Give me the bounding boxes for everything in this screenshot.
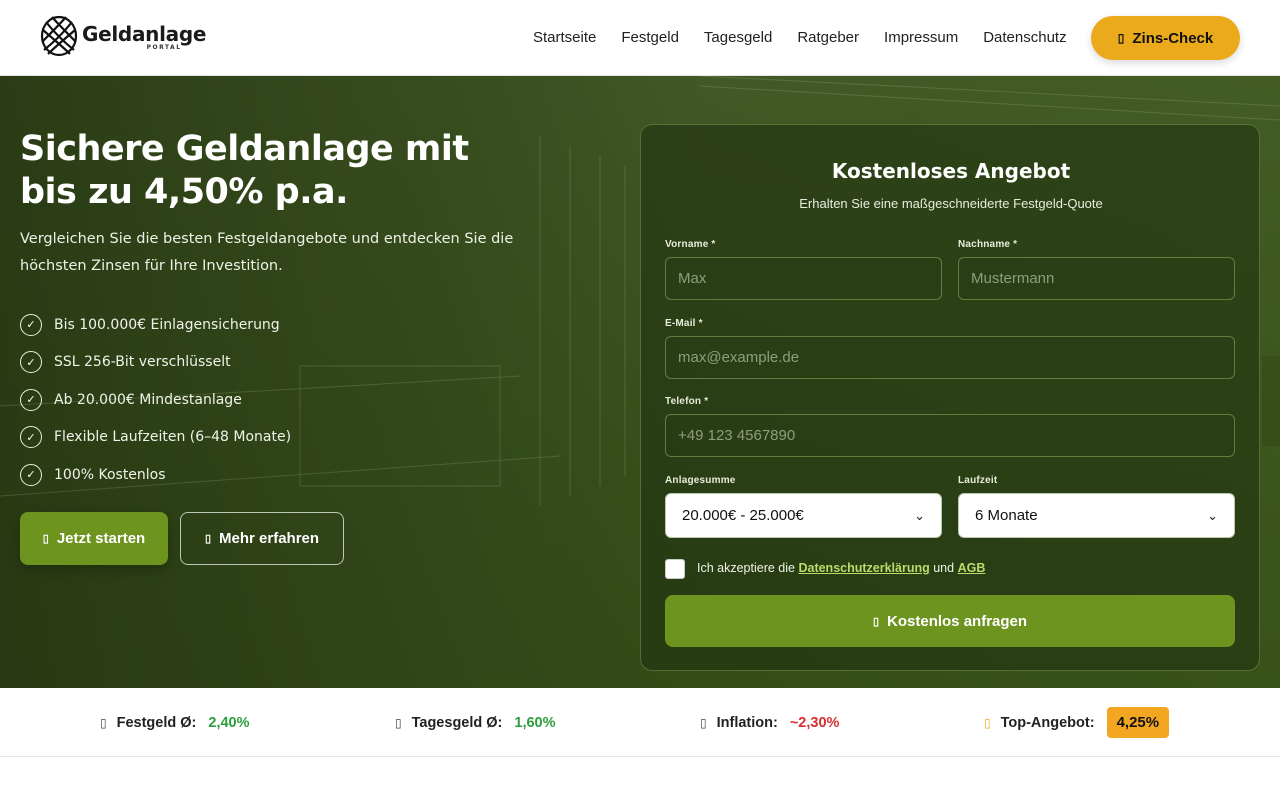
amount-label: Anlagesumme [665,475,736,486]
consent-checkbox[interactable] [665,559,685,579]
rates-ticker: ▯ Festgeld Ø: 2,40% ▯ Tagesgeld Ø: 1,60%… [0,688,1280,757]
nav-impressum[interactable]: Impressum [884,29,958,47]
rocket-icon: ▯ [42,533,49,545]
email-label: E-Mail * [665,318,703,329]
feature-item: ✓ SSL 256-Bit verschlüsselt [20,344,291,382]
hero-title: Sichere Geldanlage mit bis zu 4,50% p.a. [20,128,580,214]
check-icon: ✓ [20,463,42,486]
chevron-down-icon: ⌄ [914,507,925,523]
amount-select[interactable]: 20.000€ - 25.000€ ⌄ [665,493,942,538]
chevron-down-icon: ⌄ [1207,507,1218,523]
feature-text: SSL 256-Bit verschlüsselt [54,354,231,371]
logo[interactable]: Geldanlage PORTAL [40,14,206,58]
term-selected-value: 6 Monate [975,507,1038,524]
ticker-item-festgeld: ▯ Festgeld Ø: 2,40% [100,688,250,757]
send-icon: ▯ [872,615,880,628]
ticker-item-top-offer: ▯ Top-Angebot: 4,25% [984,688,1170,757]
check-icon: ✓ [20,313,42,336]
site-header: Geldanlage PORTAL Startseite Festgeld Ta… [0,0,1280,76]
ticker-value: 1,60% [514,714,556,731]
feature-text: Bis 100.000€ Einlagensicherung [54,316,280,333]
ticker-item-inflation: ▯ Inflation: ~2,30% [700,688,839,757]
feature-text: Flexible Laufzeiten (6–48 Monate) [54,429,292,446]
first-name-input[interactable] [665,257,942,300]
zins-check-label: Zins-Check [1132,29,1214,47]
ticker-item-tagesgeld: ▯ Tagesgeld Ø: 1,60% [395,688,556,757]
start-now-button[interactable]: ▯ Jetzt starten [20,512,168,565]
learn-more-button[interactable]: ▯ Mehr erfahren [180,512,344,565]
ticker-value: 2,40% [208,714,250,731]
learn-more-label: Mehr erfahren [219,530,320,547]
email-input[interactable] [665,336,1235,379]
phone-input[interactable] [665,414,1235,457]
hero-title-line2: bis zu 4,50% p.a. [20,172,348,212]
feature-list: ✓ Bis 100.000€ Einlagensicherung ✓ SSL 256… [20,306,291,494]
logo-subtitle: PORTAL [146,43,182,51]
offer-form-card: Kostenloses Angebot Erhalten Sie eine ma… [640,124,1260,671]
feature-item: ✓ Bis 100.000€ Einlagensicherung [20,306,291,344]
last-name-label: Nachname * [958,239,1018,250]
submit-label: Kostenlos anfragen [887,612,1028,630]
nav-startseite[interactable]: Startseite [533,29,596,47]
consent-text: Ich akzeptiere die Datenschutzerklärung … [697,561,985,575]
nav-ratgeber[interactable]: Ratgeber [797,29,859,47]
nav-tagesgeld[interactable]: Tagesgeld [704,29,772,47]
ticker-label: Tagesgeld Ø: [411,714,503,731]
main-nav: Startseite Festgeld Tagesgeld Ratgeber I… [533,29,1092,47]
first-name-label: Vorname * [665,239,716,250]
hero-title-line1: Sichere Geldanlage mit [20,129,469,169]
ticker-value: ~2,30% [789,714,840,731]
check-icon: ✓ [20,388,42,411]
feature-text: Ab 20.000€ Mindestanlage [54,391,242,408]
ticker-label: Top-Angebot: [1000,714,1095,731]
feature-item: ✓ 100% Kostenlos [20,456,291,494]
feature-item: ✓ Flexible Laufzeiten (6–48 Monate) [20,419,291,457]
term-select[interactable]: 6 Monate ⌄ [958,493,1235,538]
start-now-label: Jetzt starten [56,530,146,547]
privacy-policy-link[interactable]: Datenschutzerklärung [798,561,929,575]
hero-description: Vergleichen Sie die besten Festgeldangeb… [20,231,514,274]
form-subtitle: Erhalten Sie eine maßgeschneiderte Festg… [799,196,1103,211]
submit-request-button[interactable]: ▯ Kostenlos anfragen [665,595,1235,647]
phone-label: Telefon * [665,396,709,407]
top-offer-badge: 4,25% [1106,707,1170,738]
info-icon: ▯ [204,533,212,545]
piggy-bank-icon: ▯ [395,715,402,730]
hero-section: Sichere Geldanlage mit bis zu 4,50% p.a.… [0,76,1280,688]
feature-item: ✓ Ab 20.000€ Mindestanlage [20,381,291,419]
consent-and: und [933,561,955,575]
check-icon: ✓ [20,351,42,374]
check-icon: ✓ [20,426,42,449]
ticker-label: Festgeld Ø: [116,714,197,731]
form-title: Kostenloses Angebot [831,159,1071,183]
consent-prefix: Ich akzeptiere die [697,561,795,575]
amount-selected-value: 20.000€ - 25.000€ [682,507,804,524]
logo-name: Geldanlage [82,21,207,46]
terms-link[interactable]: AGB [958,561,986,575]
term-label: Laufzeit [958,475,998,486]
feature-text: 100% Kostenlos [54,466,166,483]
ticker-label: Inflation: [716,714,778,731]
calculator-icon: ▯ [1117,31,1125,45]
trend-icon: ▯ [700,715,707,730]
chart-icon: ▯ [100,715,107,730]
nav-festgeld[interactable]: Festgeld [621,29,679,47]
globe-logo-icon [40,15,78,57]
nav-datenschutz[interactable]: Datenschutz [983,29,1066,47]
star-icon: ▯ [984,715,991,730]
last-name-input[interactable] [958,257,1235,300]
zins-check-button[interactable]: ▯ Zins-Check [1091,16,1240,60]
